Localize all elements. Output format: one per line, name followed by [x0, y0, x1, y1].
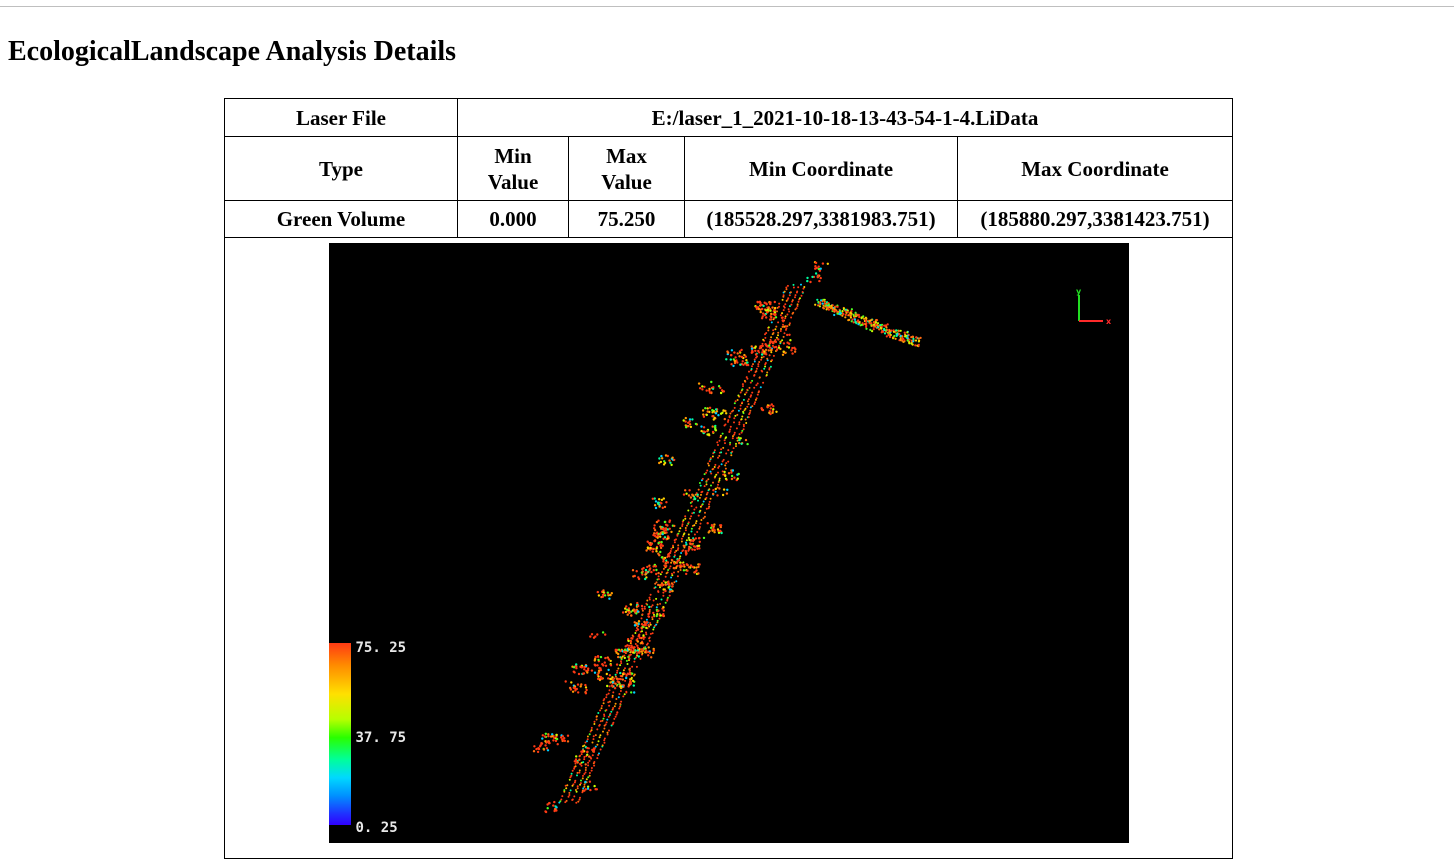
laser-file-row: Laser File E:/laser_1_2021-10-18-13-43-5… — [224, 98, 1233, 137]
header-row: Type Min Value Max Value Min Coordinate … — [224, 136, 1233, 201]
laser-file-value: E:/laser_1_2021-10-18-13-43-54-1-4.LiDat… — [457, 98, 1233, 137]
colorbar-legend — [328, 643, 351, 825]
page-title: EcologicalLandscape Analysis Details — [8, 36, 457, 67]
axis-indicator-icon: y x — [1076, 287, 1112, 326]
header-type: Type — [224, 136, 458, 201]
x-axis-label: x — [1106, 317, 1112, 326]
image-row: 75. 25 37. 75 0. 25 y x — [224, 237, 1233, 859]
point-cloud-render — [532, 261, 922, 814]
analysis-details-table: Laser File E:/laser_1_2021-10-18-13-43-5… — [224, 98, 1233, 859]
image-cell: 75. 25 37. 75 0. 25 y x — [224, 237, 1233, 859]
cell-type: Green Volume — [224, 200, 458, 238]
header-min-coordinate: Min Coordinate — [684, 136, 958, 201]
top-divider — [0, 6, 1454, 7]
cell-max-value: 75.250 — [568, 200, 685, 238]
cell-min-coordinate: (185528.297,3381983.751) — [684, 200, 958, 238]
cell-min-value: 0.000 — [457, 200, 569, 238]
header-min-value: Min Value — [457, 136, 569, 201]
y-axis-label: y — [1076, 287, 1082, 296]
header-max-coordinate: Max Coordinate — [957, 136, 1233, 201]
point-cloud-image: 75. 25 37. 75 0. 25 y x — [328, 243, 1129, 843]
colorbar-max-label: 75. 25 — [355, 640, 407, 656]
laser-file-label: Laser File — [224, 98, 458, 137]
cell-max-coordinate: (185880.297,3381423.751) — [957, 200, 1233, 238]
colorbar-min-label: 0. 25 — [355, 820, 398, 836]
header-max-value: Max Value — [568, 136, 685, 201]
data-row: Green Volume 0.000 75.250 (185528.297,33… — [224, 200, 1233, 238]
point-cloud-points — [532, 261, 922, 814]
colorbar-mid-label: 37. 75 — [355, 730, 407, 746]
